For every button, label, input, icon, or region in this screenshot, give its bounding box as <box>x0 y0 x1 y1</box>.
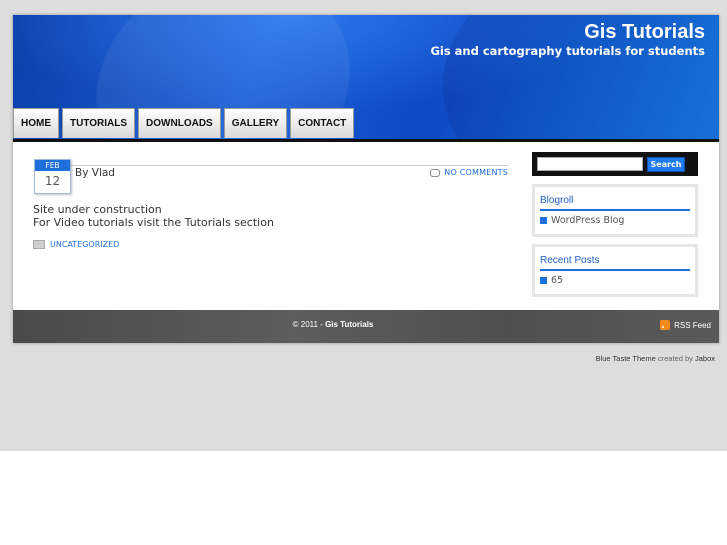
credit-text: created by <box>655 354 695 363</box>
nav-home[interactable]: HOME <box>13 108 59 138</box>
comment-icon <box>430 168 441 177</box>
blogroll-item-label: WordPress Blog <box>551 215 625 226</box>
theme-name-link[interactable]: Blue Taste Theme <box>596 354 656 363</box>
square-bullet-icon <box>540 217 547 224</box>
blogroll-title: Blogroll <box>540 195 690 211</box>
recent-post-item[interactable]: 65 <box>540 275 690 286</box>
post-comments-label: NO COMMENTS <box>444 168 508 177</box>
post-author: By Vlad <box>75 167 115 179</box>
post-date-day: 12 <box>44 174 61 188</box>
post-divider <box>69 165 508 166</box>
blogroll-widget: Blogroll WordPress Blog <box>532 184 698 237</box>
search-form: Search <box>532 152 698 176</box>
footer-copyright: © 2011 - Gis Tutorials <box>13 320 653 329</box>
footer-copyright-prefix: © 2011 - <box>292 320 326 329</box>
nav-contact[interactable]: CONTACT <box>290 108 355 138</box>
nav-gallery[interactable]: GALLERY <box>223 108 288 138</box>
square-bullet-icon <box>540 277 547 284</box>
post-date-month: FEB <box>35 160 70 171</box>
footer-site-link[interactable]: Gis Tutorials <box>325 320 373 329</box>
header-divider <box>13 139 719 142</box>
post-text-line: Site under construction <box>33 203 162 216</box>
site-title[interactable]: Gis Tutorials <box>584 21 705 44</box>
site-footer: © 2011 - Gis Tutorials RSS Feed <box>13 310 719 343</box>
post-comments-link[interactable]: NO COMMENTS <box>430 168 508 177</box>
search-input[interactable] <box>537 157 643 171</box>
search-button[interactable]: Search <box>647 156 685 172</box>
blogroll-item[interactable]: WordPress Blog <box>540 215 690 226</box>
main-nav: HOME TUTORIALS DOWNLOADS GALLERY CONTACT <box>13 108 355 139</box>
recent-post-label: 65 <box>551 275 564 286</box>
post-content: Site under construction For Video tutori… <box>33 203 274 229</box>
theme-credit: Blue Taste Theme created by Jabox <box>596 354 715 363</box>
post-category-link[interactable]: UNCATEGORIZED <box>33 240 119 249</box>
folder-icon <box>33 240 45 249</box>
post-date-badge: FEB 12 <box>34 159 71 194</box>
rss-feed-label: RSS Feed <box>674 320 711 330</box>
rss-feed-link[interactable]: RSS Feed <box>660 320 711 330</box>
post-category-label: UNCATEGORIZED <box>50 240 120 249</box>
nav-tutorials[interactable]: TUTORIALS <box>62 108 136 138</box>
rss-icon <box>660 320 671 330</box>
recent-posts-title: Recent Posts <box>540 255 690 271</box>
nav-downloads[interactable]: DOWNLOADS <box>138 108 221 138</box>
site-header: Gis Tutorials Gis and cartography tutori… <box>13 15 719 139</box>
post-text-line: For Video tutorials visit the Tutorials … <box>33 216 274 229</box>
page-wrapper: Gis Tutorials Gis and cartography tutori… <box>13 15 719 343</box>
site-tagline: Gis and cartography tutorials for studen… <box>430 44 705 58</box>
recent-posts-widget: Recent Posts 65 <box>532 244 698 297</box>
theme-author-link[interactable]: Jabox <box>695 354 715 363</box>
